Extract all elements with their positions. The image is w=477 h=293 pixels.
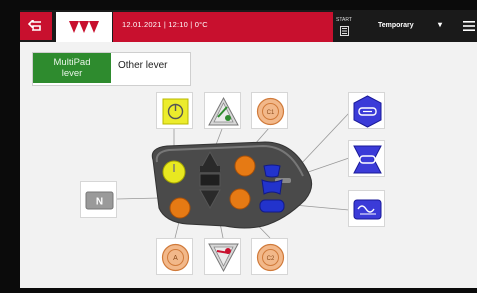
a-button-icon: A (161, 243, 190, 272)
c2-label: C2 (267, 256, 275, 262)
tile-c2[interactable]: C2 (251, 238, 288, 275)
tile-a[interactable]: A (156, 238, 193, 275)
tile-yellow-function[interactable] (156, 92, 193, 129)
lift-up-arrow-icon (208, 96, 239, 126)
tile-hitch-float[interactable] (348, 190, 385, 227)
hitch-float-icon (353, 199, 382, 220)
tile-neutral[interactable]: N (80, 181, 117, 218)
a-label: A (173, 255, 178, 262)
rocker-up-icon[interactable] (196, 148, 224, 172)
tile-hitch-control[interactable] (348, 92, 385, 129)
neutral-label: N (96, 197, 103, 208)
yellow-knob-icon[interactable] (161, 159, 187, 185)
terminal-screen: 12.01.2021 | 12:10 | 0°C START Temporary… (0, 0, 477, 293)
orange-button-top-icon[interactable] (233, 154, 257, 178)
rocker-mid-icon[interactable] (196, 172, 224, 188)
hitch-control-icon (353, 95, 382, 128)
c1-button-icon: C1 (256, 97, 285, 126)
tile-hitch-position[interactable] (348, 140, 385, 177)
lift-down-arrow-icon (208, 243, 239, 273)
c2-button-icon: C2 (256, 243, 285, 272)
hitch-position-icon (353, 145, 382, 174)
tile-c1[interactable]: C1 (251, 92, 288, 129)
tile-lift-up[interactable] (204, 92, 241, 129)
yellow-function-icon (162, 98, 189, 125)
rocker-down-icon[interactable] (196, 188, 224, 212)
c1-label: C1 (267, 110, 275, 116)
tile-lift-down[interactable] (204, 238, 241, 275)
blue-buttons-icon[interactable] (256, 164, 288, 218)
orange-button-bottom-icon[interactable] (228, 187, 252, 211)
neutral-button-icon: N (85, 191, 114, 210)
orange-button-left-icon[interactable] (168, 196, 192, 220)
